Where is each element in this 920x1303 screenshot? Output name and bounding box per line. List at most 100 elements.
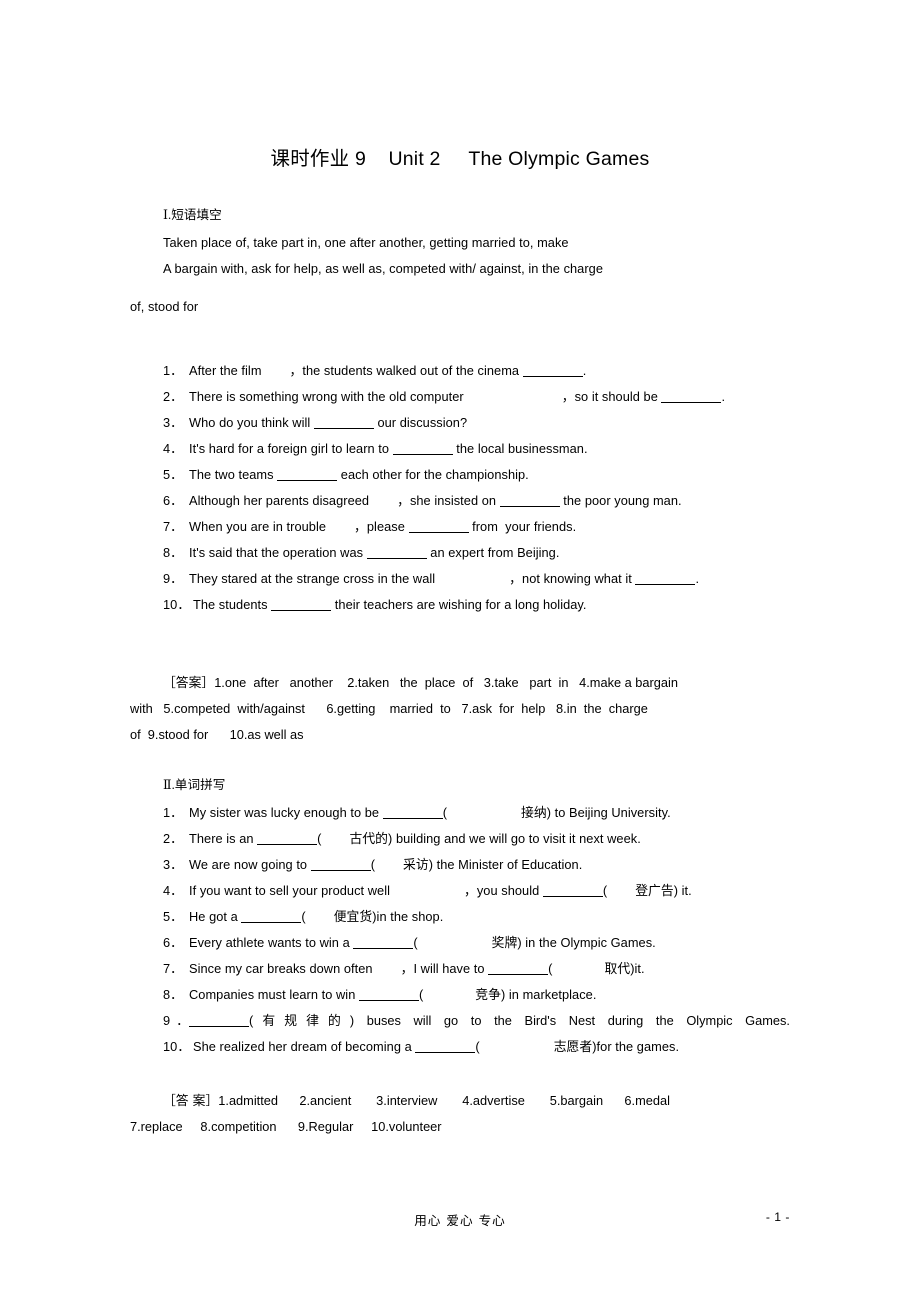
answer-blank[interactable] xyxy=(542,884,603,897)
paren-open: ( xyxy=(370,857,376,872)
footer-page-number: - 1 - xyxy=(765,1210,790,1224)
question-text: There is something wrong with the old co… xyxy=(189,389,464,404)
question-number: 5． xyxy=(163,467,184,482)
answer-blank[interactable] xyxy=(522,364,583,377)
answer-blank[interactable] xyxy=(189,1014,249,1027)
document-page: 课时作业 9 Unit 2 The Olympic Games Ⅰ.短语填空 T… xyxy=(0,0,920,1303)
question-text-cont: buses will go to the Bird's Nest during … xyxy=(366,1013,790,1028)
question-text: My sister was lucky enough to be xyxy=(189,805,383,820)
answer-blank[interactable] xyxy=(392,442,453,455)
answer-blank[interactable] xyxy=(353,936,414,949)
answer-blank[interactable] xyxy=(499,494,560,507)
hint-chinese: 接纳 xyxy=(521,806,547,821)
answer-key-part-two-line2: 7.replace 8.competition 9.Regular 10.vol… xyxy=(130,1119,442,1134)
paren-close: ) xyxy=(349,1013,355,1028)
answer-blank[interactable] xyxy=(310,858,371,871)
question-number: 4． xyxy=(163,441,184,456)
question-text: Since my car breaks down often xyxy=(189,961,373,976)
question-text-cont: so it should be xyxy=(574,389,662,404)
answer-blank[interactable] xyxy=(313,416,374,429)
question-number: 9． xyxy=(163,571,184,586)
question-text-cont: their teachers are wishing for a long ho… xyxy=(331,597,587,612)
paren-open: ( xyxy=(317,831,322,846)
question-comma: ， xyxy=(354,519,367,534)
question-tail: from your friends. xyxy=(468,519,577,534)
question-number: 7． xyxy=(163,961,184,976)
question-9-part-two: 9． (有规律的) buses will go to the Bird's Nes… xyxy=(163,1008,790,1035)
question-number: 3． xyxy=(163,415,184,430)
question-text: Although her parents disagreed xyxy=(189,493,370,508)
paren-open: ( xyxy=(475,1039,480,1054)
answer-blank[interactable] xyxy=(635,572,696,585)
question-text-cont: not knowing what it xyxy=(522,571,636,586)
paren-open: ( xyxy=(442,805,448,820)
question-text: He got a xyxy=(189,909,242,924)
paren-close: ) to Beijing University. xyxy=(546,805,671,820)
hint-chinese: 竞争 xyxy=(475,988,501,1003)
answer-key-line-1: 1.one after another 2.taken the place of… xyxy=(214,675,678,690)
question-number: 9． xyxy=(163,1013,189,1028)
question-comma: ， xyxy=(561,389,575,404)
answer-blank[interactable] xyxy=(366,546,427,559)
answer-blank[interactable] xyxy=(257,832,318,845)
question-2-part-one: 2． There is something wrong with the old … xyxy=(163,384,883,410)
question-text-cont: please xyxy=(366,519,409,534)
paren-close: ) in the Olympic Games. xyxy=(517,935,656,950)
question-text-cont: our discussion? xyxy=(373,415,468,430)
answer-key-part-one: ［答案］1.one after another 2.taken the plac… xyxy=(130,670,790,697)
question-text: Who do you think will xyxy=(189,415,314,430)
answer-blank[interactable] xyxy=(382,806,443,819)
question-number: 10． xyxy=(163,1039,191,1054)
answer-blank[interactable] xyxy=(271,598,332,611)
question-8-part-one: 8． It's said that the operation was an ex… xyxy=(163,540,883,566)
answer-blank[interactable] xyxy=(661,390,722,403)
question-text: Companies must learn to win xyxy=(189,987,359,1002)
question-6-part-two: 6． Every athlete wants to win a (奖牌) in t… xyxy=(163,930,883,957)
question-10-part-two: 10． She realized her dream of becoming a … xyxy=(163,1034,883,1061)
paren-open: ( xyxy=(301,909,306,924)
answer-blank[interactable] xyxy=(408,520,469,533)
question-tail: . xyxy=(695,571,700,586)
question-text: The students xyxy=(193,597,272,612)
answer-blank[interactable] xyxy=(277,468,338,481)
question-4-part-one: 4． It's hard for a foreign girl to learn … xyxy=(163,436,883,462)
question-number: 8． xyxy=(163,987,184,1002)
question-number: 3． xyxy=(163,857,184,872)
question-number: 8． xyxy=(163,545,184,560)
answer-blank[interactable] xyxy=(241,910,302,923)
question-text-cont: she insisted on xyxy=(409,493,500,508)
question-text-cont: an expert from Beijing. xyxy=(426,545,560,560)
question-number: 7． xyxy=(163,519,184,534)
answer-blank[interactable] xyxy=(488,962,549,975)
question-number: 10． xyxy=(163,597,191,612)
question-tail: the poor young man. xyxy=(559,493,682,508)
question-1-part-one: 1． After the film ，the students walked out… xyxy=(163,358,883,384)
question-tail: . xyxy=(582,363,587,378)
paren-close: )for the games. xyxy=(592,1039,680,1054)
question-text-cont: ，you should xyxy=(464,883,543,898)
question-5-part-two: 5． He got a (便宜货)in the shop. xyxy=(163,904,883,931)
question-10-part-one: 10． The students their teachers are wishi… xyxy=(163,592,883,618)
question-number: 6． xyxy=(163,493,184,508)
answer-key-part-one-line3: of 9.stood for 10.as well as xyxy=(130,727,304,742)
question-comma: ， xyxy=(397,493,410,508)
paren-close: ) in marketplace. xyxy=(500,987,597,1002)
answer-blank[interactable] xyxy=(358,988,419,1001)
question-7-part-two: 7． Since my car breaks down often ，I will … xyxy=(163,956,883,983)
paren-open: ( xyxy=(418,987,424,1002)
question-text-cont: ，I will have to xyxy=(400,961,489,976)
question-3-part-two: 3． We are now going to (采访) the Minister … xyxy=(163,852,883,879)
paren-close: ) the Minister of Education. xyxy=(428,857,583,872)
question-text: If you want to sell your product well xyxy=(189,883,391,898)
answer-key-label: ［答案］ xyxy=(163,676,215,691)
question-text: There is an xyxy=(189,831,258,846)
question-tail: . xyxy=(721,389,726,404)
word-bank-line-1: Taken place of, take part in, one after … xyxy=(163,235,569,250)
answer-blank[interactable] xyxy=(415,1040,476,1053)
question-3-part-one: 3． Who do you think will our discussion? xyxy=(163,410,883,436)
answer-key-part-one-line2: with 5.competed with/against 6.getting m… xyxy=(130,701,648,716)
paren-open: ( xyxy=(548,961,553,976)
question-number: 2． xyxy=(163,389,184,404)
question-number: 6． xyxy=(163,935,184,950)
question-number: 2． xyxy=(163,831,184,846)
